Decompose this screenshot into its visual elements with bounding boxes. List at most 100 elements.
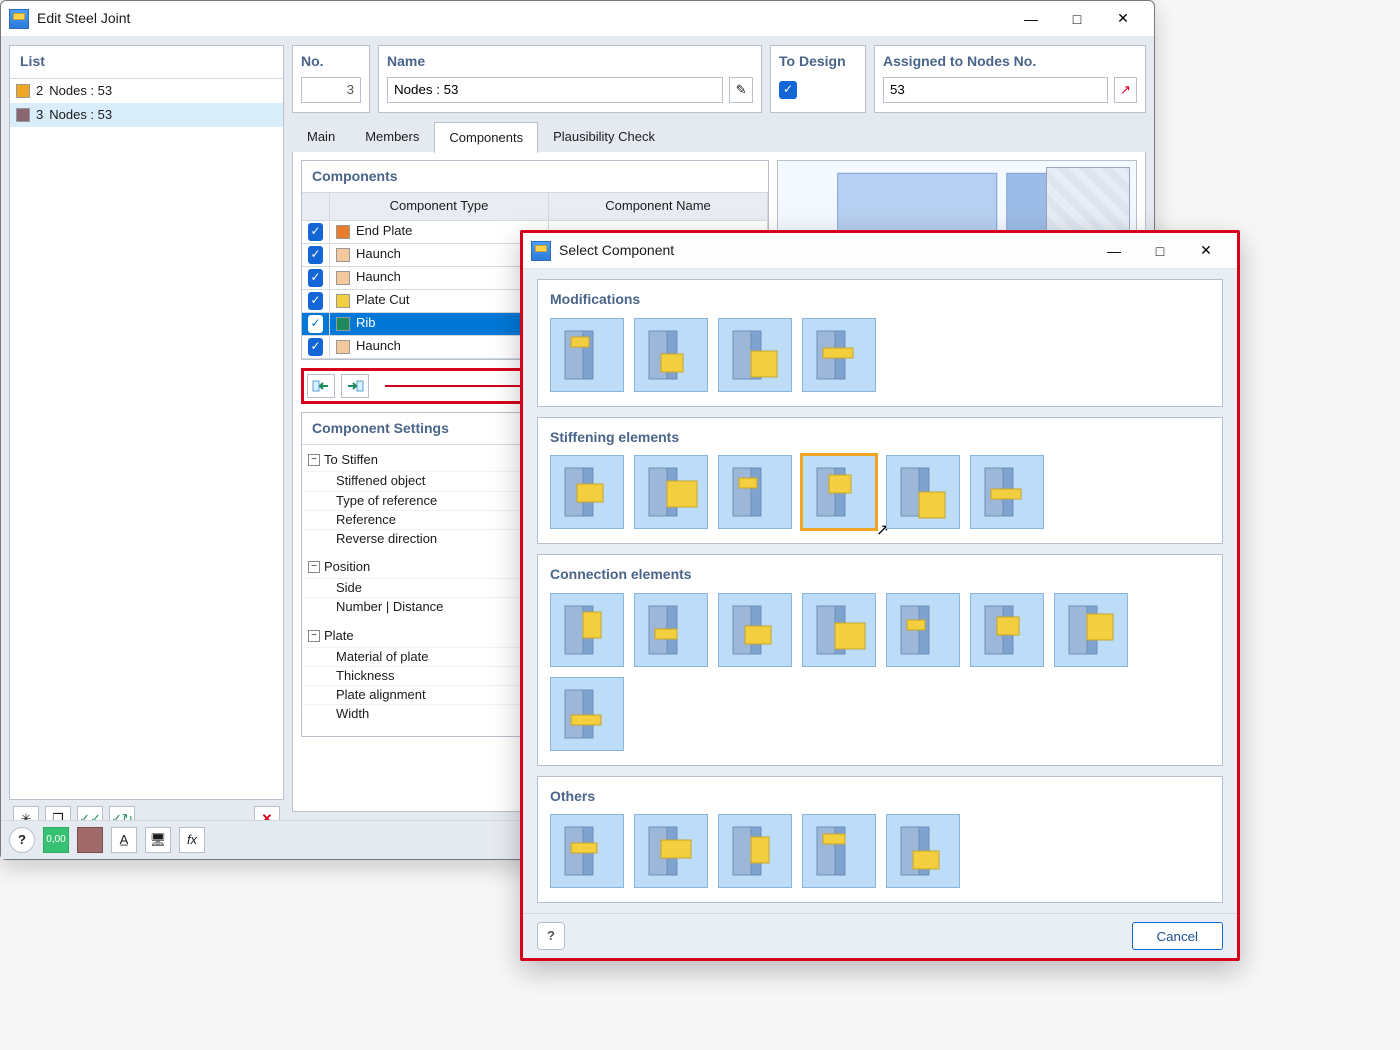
collapse-icon[interactable]: −: [308, 630, 320, 642]
color-swatch: [16, 84, 30, 98]
settings-item-label: Type of reference: [336, 492, 437, 510]
row-checkbox[interactable]: ✓: [308, 292, 323, 310]
component-thumbnail[interactable]: [550, 455, 624, 529]
settings-item-label: Material of plate: [336, 648, 429, 666]
component-type: Haunch: [356, 245, 401, 263]
component-thumbnail[interactable]: [634, 814, 708, 888]
field-name: Name ✎: [378, 45, 762, 113]
maximize-button[interactable]: □: [1137, 236, 1183, 266]
select-titlebar[interactable]: Select Component — □ ✕: [523, 233, 1237, 269]
close-button[interactable]: ✕: [1100, 4, 1146, 34]
row-checkbox[interactable]: ✓: [308, 223, 323, 241]
settings-item-label: Number | Distance: [336, 598, 443, 616]
color-swatch: [336, 294, 350, 308]
color-icon[interactable]: [77, 827, 103, 853]
component-thumbnail[interactable]: [634, 455, 708, 529]
annotation-icon[interactable]: A̲: [111, 827, 137, 853]
row-checkbox[interactable]: ✓: [308, 246, 323, 264]
app-icon: [531, 241, 551, 261]
minimize-button[interactable]: —: [1008, 4, 1054, 34]
component-thumbnail[interactable]: [634, 593, 708, 667]
assigned-label: Assigned to Nodes No.: [883, 52, 1137, 72]
display-icon[interactable]: 🖥: [145, 827, 171, 853]
component-thumbnail[interactable]: [802, 318, 876, 392]
component-thumbnail[interactable]: [550, 593, 624, 667]
settings-item-label: Width: [336, 705, 369, 723]
components-title: Components: [302, 161, 768, 194]
color-swatch: [336, 340, 350, 354]
cancel-button[interactable]: Cancel: [1132, 922, 1224, 950]
name-input[interactable]: [387, 77, 723, 103]
help-icon[interactable]: ?: [537, 922, 565, 950]
field-no: No.: [292, 45, 370, 113]
component-type: End Plate: [356, 222, 412, 240]
window-title: Edit Steel Joint: [37, 9, 130, 29]
component-thumbnail[interactable]: [634, 318, 708, 392]
list-item-label: Nodes : 53: [49, 106, 112, 124]
select-component-window: Select Component — □ ✕ Modifications Sti…: [520, 230, 1240, 961]
close-button[interactable]: ✕: [1183, 236, 1229, 266]
category-title: Modifications: [550, 290, 1210, 310]
row-checkbox[interactable]: ✓: [308, 315, 323, 333]
tab-components[interactable]: Components: [434, 122, 538, 153]
category-title: Others: [550, 787, 1210, 807]
component-thumbnail[interactable]: [718, 593, 792, 667]
row-checkbox[interactable]: ✓: [308, 269, 323, 287]
help-icon[interactable]: ?: [9, 827, 35, 853]
list-item-idx: 3: [36, 106, 43, 124]
color-swatch: [336, 225, 350, 239]
list-item-label: Nodes : 53: [49, 82, 112, 100]
insert-after-icon[interactable]: [341, 374, 369, 398]
tab-main[interactable]: Main: [292, 121, 350, 152]
edit-name-icon[interactable]: ✎: [729, 77, 753, 103]
orientation-cube-icon[interactable]: [1046, 167, 1130, 239]
fx-icon[interactable]: fx: [179, 827, 205, 853]
component-thumbnail[interactable]: [886, 593, 960, 667]
component-thumbnail[interactable]: [886, 455, 960, 529]
category-title: Connection elements: [550, 565, 1210, 585]
component-thumbnail[interactable]: [550, 677, 624, 751]
component-thumbnail[interactable]: [970, 455, 1044, 529]
list-item[interactable]: 3 Nodes : 53: [10, 103, 283, 127]
component-type: Plate Cut: [356, 291, 409, 309]
component-thumbnail[interactable]: [550, 318, 624, 392]
titlebar[interactable]: Edit Steel Joint — □ ✕: [1, 1, 1154, 37]
category-title: Stiffening elements: [550, 428, 1210, 448]
col-name: Component Name: [549, 193, 768, 219]
to-design-checkbox[interactable]: ✓: [779, 81, 797, 99]
maximize-button[interactable]: □: [1054, 4, 1100, 34]
col-type: Component Type: [330, 193, 549, 219]
collapse-icon[interactable]: −: [308, 561, 320, 573]
list-items[interactable]: 2 Nodes : 53 3 Nodes : 53: [10, 79, 283, 799]
insert-before-icon[interactable]: [307, 374, 335, 398]
component-thumbnail[interactable]: [970, 593, 1044, 667]
component-thumbnail[interactable]: [802, 814, 876, 888]
component-thumbnail[interactable]: [718, 455, 792, 529]
component-thumbnail[interactable]: [886, 814, 960, 888]
minimize-button[interactable]: —: [1091, 236, 1137, 266]
component-thumbnail[interactable]: [802, 593, 876, 667]
color-swatch: [336, 271, 350, 285]
component-type: Haunch: [356, 268, 401, 286]
assigned-input[interactable]: [883, 77, 1108, 103]
component-thumbnail[interactable]: [718, 318, 792, 392]
component-thumbnail[interactable]: [718, 814, 792, 888]
row-checkbox[interactable]: ✓: [308, 338, 323, 356]
category-others: Others: [537, 776, 1223, 904]
component-thumbnail[interactable]: [550, 814, 624, 888]
color-swatch: [336, 317, 350, 331]
settings-item-label: Thickness: [336, 667, 395, 685]
list-item[interactable]: 2 Nodes : 53: [10, 79, 283, 103]
collapse-icon[interactable]: −: [308, 454, 320, 466]
field-assigned: Assigned to Nodes No. ↗: [874, 45, 1146, 113]
select-window-title: Select Component: [559, 241, 674, 261]
component-thumbnail[interactable]: ↖: [802, 455, 876, 529]
color-swatch: [16, 108, 30, 122]
list-panel: List 2 Nodes : 53 3 Nodes : 53: [9, 45, 284, 800]
units-icon[interactable]: 0,00: [43, 827, 69, 853]
pick-nodes-icon[interactable]: ↗: [1114, 77, 1137, 103]
tab-plausibility-check[interactable]: Plausibility Check: [538, 121, 670, 152]
tab-members[interactable]: Members: [350, 121, 434, 152]
component-thumbnail[interactable]: [1054, 593, 1128, 667]
settings-item-label: Side: [336, 579, 362, 597]
